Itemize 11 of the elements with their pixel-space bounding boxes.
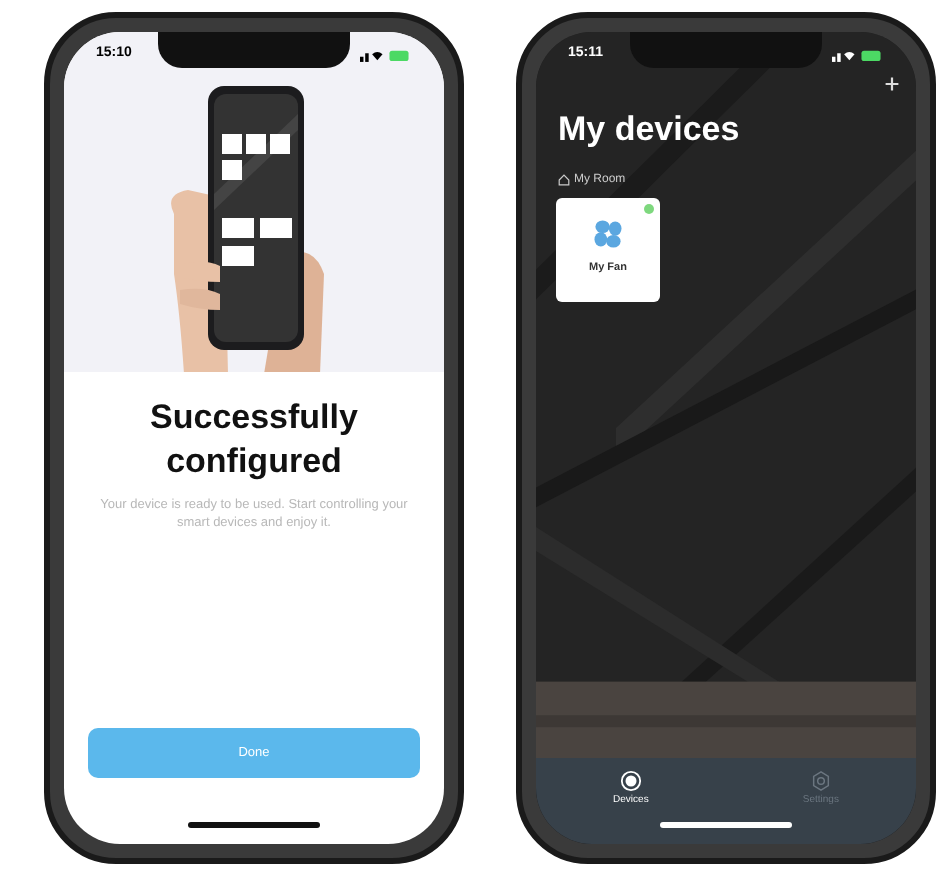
fan-icon: [590, 215, 626, 251]
success-title: Successfully configured: [148, 396, 360, 484]
circle-icon: [619, 770, 642, 792]
home-indicator: [188, 822, 320, 828]
add-icon: [884, 76, 900, 92]
home-icon: [558, 174, 570, 186]
status-icons: [832, 47, 884, 61]
home-indicator: [660, 822, 792, 828]
page-title: My devices: [556, 108, 742, 152]
settings-icon: [809, 770, 832, 792]
status-icons: [360, 47, 412, 61]
